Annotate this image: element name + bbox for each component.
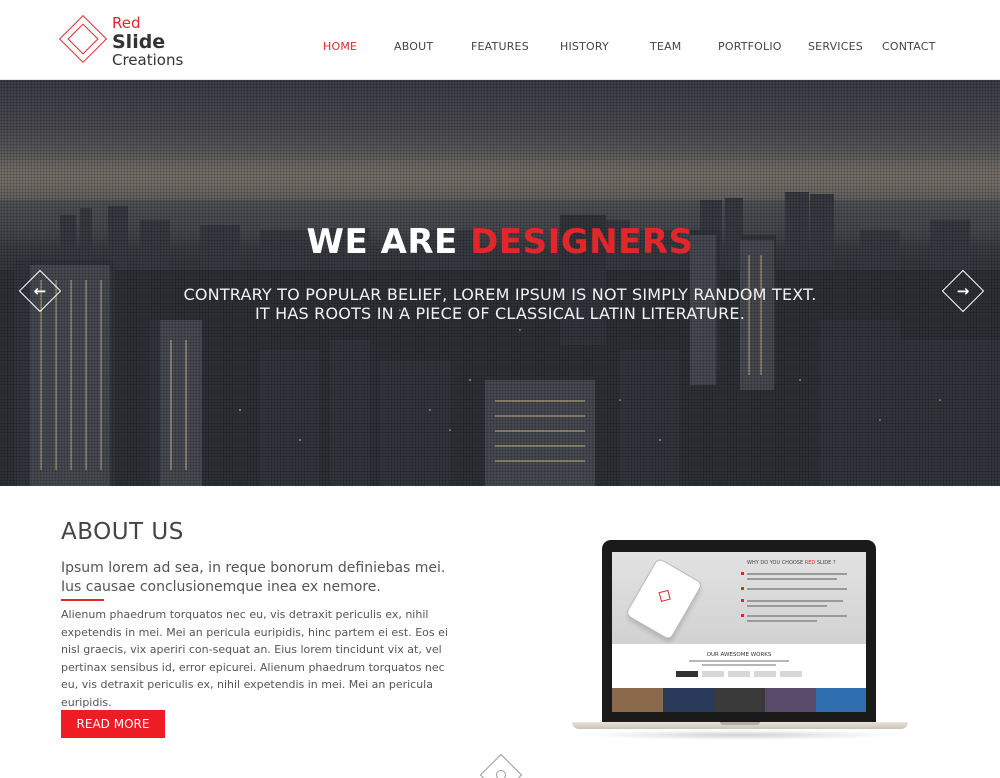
mockup-tab xyxy=(780,671,802,677)
mockup-tab xyxy=(728,671,750,677)
hero-subtitle-line2: IT HAS ROOTS IN A PIECE OF CLASSICAL LAT… xyxy=(254,304,745,323)
mockup-bullet xyxy=(741,599,744,602)
laptop-bezel: WHY DO YOU CHOOSE RED SLIDE ? OUR AWESOM… xyxy=(602,540,876,722)
about-lead: Ipsum lorem ad sea, in reque bonorum def… xyxy=(61,560,446,595)
laptop-notch xyxy=(720,722,760,725)
mockup-thumb xyxy=(765,688,816,712)
mockup-heading: WHY DO YOU CHOOSE RED SLIDE ? xyxy=(747,560,836,566)
mockup-thumbnails xyxy=(612,688,866,712)
mockup-text-line xyxy=(747,600,843,602)
mockup-works-subline xyxy=(702,664,776,666)
mockup-text-line xyxy=(747,578,837,580)
main-nav: HOME ABOUT FEATURES HISTORY TEAM PORTFOL… xyxy=(0,40,1000,56)
site-header: Red Slide Creations HOME ABOUT FEATURES … xyxy=(0,0,1000,80)
hero-title-prefix: WE ARE xyxy=(306,222,458,262)
hero-subtitle-line1: CONTRARY TO POPULAR BELIEF, LOREM IPSUM … xyxy=(183,285,817,304)
mockup-text-line xyxy=(747,588,847,590)
nav-history[interactable]: HISTORY xyxy=(560,40,609,53)
mockup-thumb xyxy=(714,688,765,712)
logo-line-red: Red xyxy=(112,14,141,32)
read-more-button[interactable]: READ MORE xyxy=(61,710,165,738)
scroll-down-button[interactable] xyxy=(479,753,523,778)
hero-title-accent: DESIGNERS xyxy=(470,222,694,262)
mockup-works-title: OUR AWESOME WORKS xyxy=(706,652,772,658)
phone-logo-icon xyxy=(658,589,671,603)
about-title: ABOUT US xyxy=(61,519,184,545)
mockup-text-line xyxy=(747,620,817,622)
mockup-works-subline xyxy=(689,660,789,662)
mockup-heading-suffix: SLIDE ? xyxy=(816,560,836,566)
mockup-thumb xyxy=(612,688,663,712)
phone-image xyxy=(624,557,704,641)
about-body: Alienum phaedrum torquatos nec eu, vis d… xyxy=(61,608,448,709)
scroll-circle-icon xyxy=(493,767,509,778)
mockup-text-line xyxy=(747,605,827,607)
mockup-heading-prefix: WHY DO YOU CHOOSE xyxy=(747,560,804,566)
mockup-tab xyxy=(702,671,724,677)
nav-about[interactable]: ABOUT xyxy=(394,40,433,53)
mockup-bullet xyxy=(741,587,744,590)
nav-team[interactable]: TEAM xyxy=(650,40,682,53)
laptop-shadow xyxy=(582,730,898,740)
about-divider xyxy=(61,599,104,601)
nav-portfolio[interactable]: PORTFOLIO xyxy=(718,40,782,53)
laptop-screen: WHY DO YOU CHOOSE RED SLIDE ? OUR AWESOM… xyxy=(612,552,866,712)
nav-features[interactable]: FEATURES xyxy=(471,40,529,53)
mockup-text-line xyxy=(747,615,847,617)
mockup-bullet xyxy=(741,572,744,575)
nav-contact[interactable]: CONTACT xyxy=(882,40,936,53)
nav-services[interactable]: SERVICES xyxy=(808,40,863,53)
mockup-bullet xyxy=(741,614,744,617)
arrow-left-icon: ← xyxy=(33,282,47,300)
hero-slider: WE ARE DESIGNERS CONTRARY TO POPULAR BEL… xyxy=(0,80,1000,486)
mockup-feature-panel: WHY DO YOU CHOOSE RED SLIDE ? xyxy=(612,552,866,644)
hero-title: WE ARE DESIGNERS xyxy=(0,222,1000,262)
mockup-heading-accent: RED xyxy=(804,560,816,566)
mockup-thumb xyxy=(816,688,866,712)
mockup-filter-tabs xyxy=(676,671,802,677)
mockup-works-section: OUR AWESOME WORKS xyxy=(612,644,866,688)
mockup-tab xyxy=(676,671,698,677)
laptop-mockup-image: WHY DO YOU CHOOSE RED SLIDE ? OUR AWESOM… xyxy=(572,540,908,740)
arrow-right-icon: → xyxy=(956,282,970,300)
mockup-text-line xyxy=(747,573,847,575)
mockup-tab xyxy=(754,671,776,677)
nav-home[interactable]: HOME xyxy=(323,40,357,53)
mockup-thumb xyxy=(663,688,714,712)
hero-dot-overlay xyxy=(0,80,1000,486)
